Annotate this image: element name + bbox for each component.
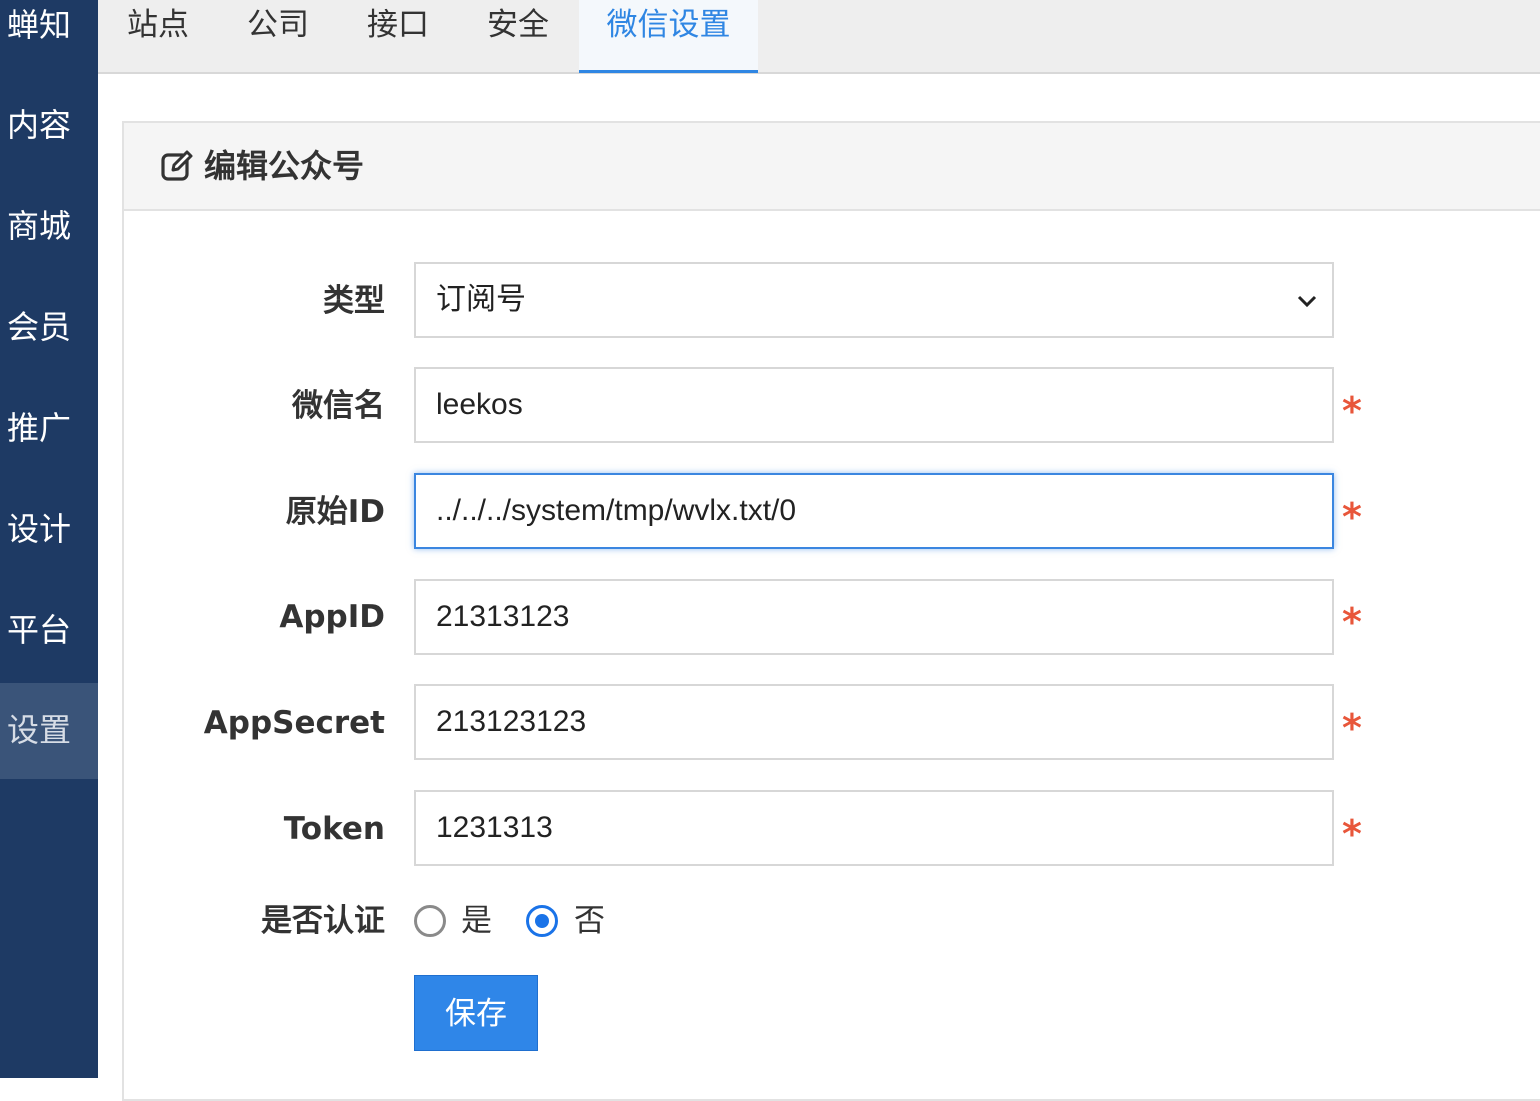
sidebar-item-shop[interactable]: 商城 (0, 201, 98, 297)
edit-icon (161, 150, 193, 181)
tab-interface[interactable]: 接口 (358, 0, 438, 73)
sidebar: 蝉知 内容 商城 会员 推广 设计 平台 设置 (0, 0, 98, 1078)
certified-no-radio[interactable] (526, 905, 558, 937)
tab-company[interactable]: 公司 (238, 0, 318, 73)
appsecret-input[interactable] (414, 684, 1334, 760)
tab-site[interactable]: 站点 (118, 0, 198, 73)
required-mark: * (1342, 812, 1362, 856)
appid-label: AppID (279, 599, 385, 635)
token-input[interactable] (414, 790, 1334, 866)
sidebar-item-promotion[interactable]: 推广 (0, 403, 98, 499)
required-mark: * (1342, 600, 1362, 644)
sidebar-item-design[interactable]: 设计 (0, 504, 98, 600)
chevron-down-icon (1297, 295, 1317, 308)
certified-yes-label[interactable]: 是 (461, 900, 492, 942)
original-id-label: 原始ID (285, 494, 385, 530)
sidebar-item-content[interactable]: 内容 (0, 100, 98, 196)
wechat-name-input[interactable] (414, 367, 1334, 443)
tab-wechat-settings[interactable]: 微信设置 (579, 0, 758, 73)
certified-no-label[interactable]: 否 (574, 900, 605, 942)
wechat-name-label: 微信名 (292, 388, 385, 424)
sidebar-item-members[interactable]: 会员 (0, 302, 98, 398)
panel-header: 编辑公众号 (124, 123, 1540, 211)
sidebar-brand[interactable]: 蝉知 (0, 0, 98, 96)
certified-yes-radio[interactable] (414, 905, 446, 937)
certified-label: 是否认证 (261, 903, 385, 939)
tab-security[interactable]: 安全 (478, 0, 558, 73)
type-label: 类型 (323, 283, 385, 319)
required-mark: * (1342, 495, 1362, 539)
appid-input[interactable] (414, 579, 1334, 655)
save-button[interactable]: 保存 (414, 975, 538, 1051)
type-select-value: 订阅号 (436, 282, 526, 317)
original-id-input[interactable] (414, 473, 1334, 549)
type-select[interactable]: 订阅号 (414, 262, 1334, 338)
required-mark: * (1342, 389, 1362, 433)
appsecret-label: AppSecret (203, 705, 385, 741)
token-label: Token (283, 811, 385, 847)
sidebar-item-settings[interactable]: 设置 (0, 683, 98, 779)
panel-title: 编辑公众号 (204, 147, 365, 185)
required-mark: * (1342, 706, 1362, 750)
tab-bar: 站点 公司 接口 安全 微信设置 (98, 0, 1540, 74)
